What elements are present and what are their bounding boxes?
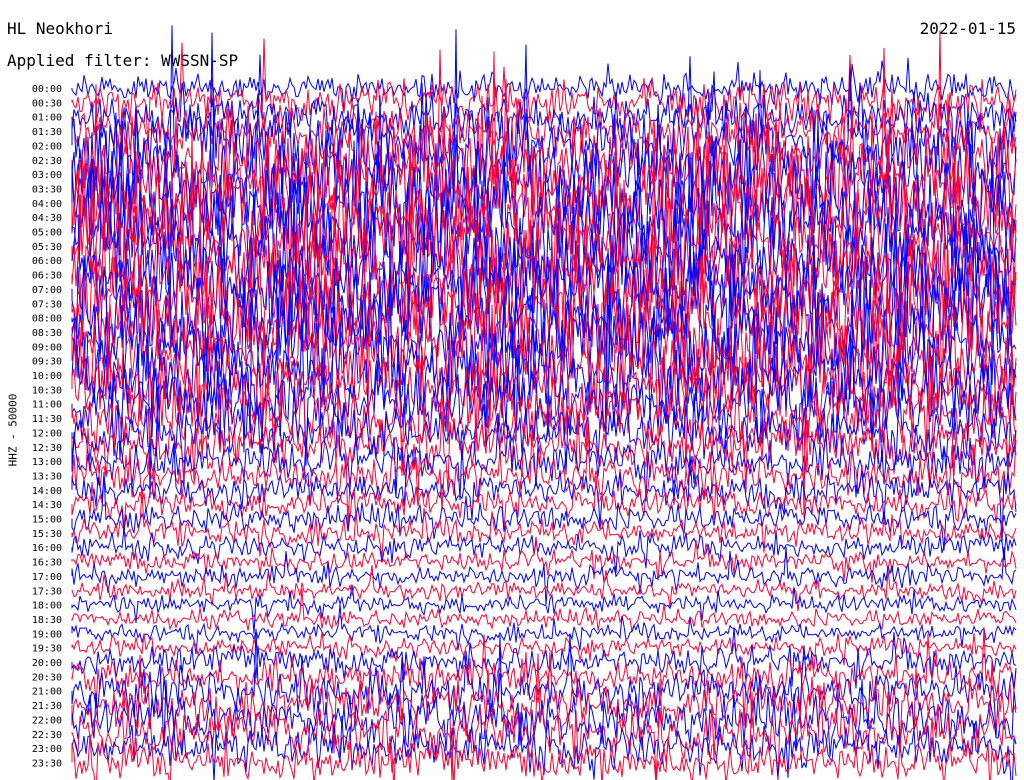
- row-label-0700: 07:00: [32, 285, 62, 296]
- row-label-1600: 16:00: [32, 543, 62, 554]
- row-label-0730: 07:30: [32, 299, 62, 310]
- row-label-2230: 22:30: [32, 730, 62, 741]
- row-label-1100: 11:00: [32, 400, 62, 411]
- row-label-0400: 04:00: [32, 199, 62, 210]
- row-label-0000: 00:00: [32, 84, 62, 95]
- row-label-0030: 00:30: [32, 98, 62, 109]
- row-label-0300: 03:00: [32, 170, 62, 181]
- row-label-1300: 13:00: [32, 457, 62, 468]
- row-label-1830: 18:30: [32, 615, 62, 626]
- row-label-1530: 15:30: [32, 529, 62, 540]
- row-label-2100: 21:00: [32, 687, 62, 698]
- row-label-0130: 01:30: [32, 127, 62, 138]
- row-label-1700: 17:00: [32, 572, 62, 583]
- row-label-1000: 10:00: [32, 371, 62, 382]
- row-label-0500: 05:00: [32, 228, 62, 239]
- row-label-0330: 03:30: [32, 184, 62, 195]
- row-label-1400: 14:00: [32, 486, 62, 497]
- row-label-0430: 04:30: [32, 213, 62, 224]
- row-label-0900: 09:00: [32, 342, 62, 353]
- row-label-1430: 14:30: [32, 500, 62, 511]
- row-label-0230: 02:30: [32, 156, 62, 167]
- row-label-2130: 21:30: [32, 701, 62, 712]
- row-label-1630: 16:30: [32, 558, 62, 569]
- row-label-2200: 22:00: [32, 715, 62, 726]
- time-row-labels: 00:00 00:30 01:00 01:30 02:00 02:30 03:00 03:30…: [32, 84, 62, 769]
- row-label-1230: 12:30: [32, 443, 62, 454]
- row-label-1930: 19:30: [32, 644, 62, 655]
- row-label-0930: 09:30: [32, 357, 62, 368]
- seismogram-plot: 00:00 00:30 01:00 01:30 02:00 02:30 03:00 03:30…: [32, 25, 1017, 780]
- row-label-1800: 18:00: [32, 601, 62, 612]
- row-label-1730: 17:30: [32, 586, 62, 597]
- row-label-1500: 15:00: [32, 515, 62, 526]
- row-label-0530: 05:30: [32, 242, 62, 253]
- row-label-1200: 12:00: [32, 428, 62, 439]
- row-label-1130: 11:30: [32, 414, 62, 425]
- row-label-0800: 08:00: [32, 314, 62, 325]
- row-label-0830: 08:30: [32, 328, 62, 339]
- row-label-1030: 10:30: [32, 385, 62, 396]
- row-label-2300: 23:00: [32, 744, 62, 755]
- row-label-2330: 23:30: [32, 758, 62, 769]
- row-label-1330: 13:30: [32, 471, 62, 482]
- row-label-2030: 20:30: [32, 672, 62, 683]
- row-label-0100: 01:00: [32, 113, 62, 124]
- row-label-0200: 02:00: [32, 141, 62, 152]
- seismogram-traces: [71, 25, 1017, 780]
- row-label-0600: 06:00: [32, 256, 62, 267]
- row-label-2000: 20:00: [32, 658, 62, 669]
- row-label-0630: 06:30: [32, 271, 62, 282]
- row-label-1900: 19:00: [32, 629, 62, 640]
